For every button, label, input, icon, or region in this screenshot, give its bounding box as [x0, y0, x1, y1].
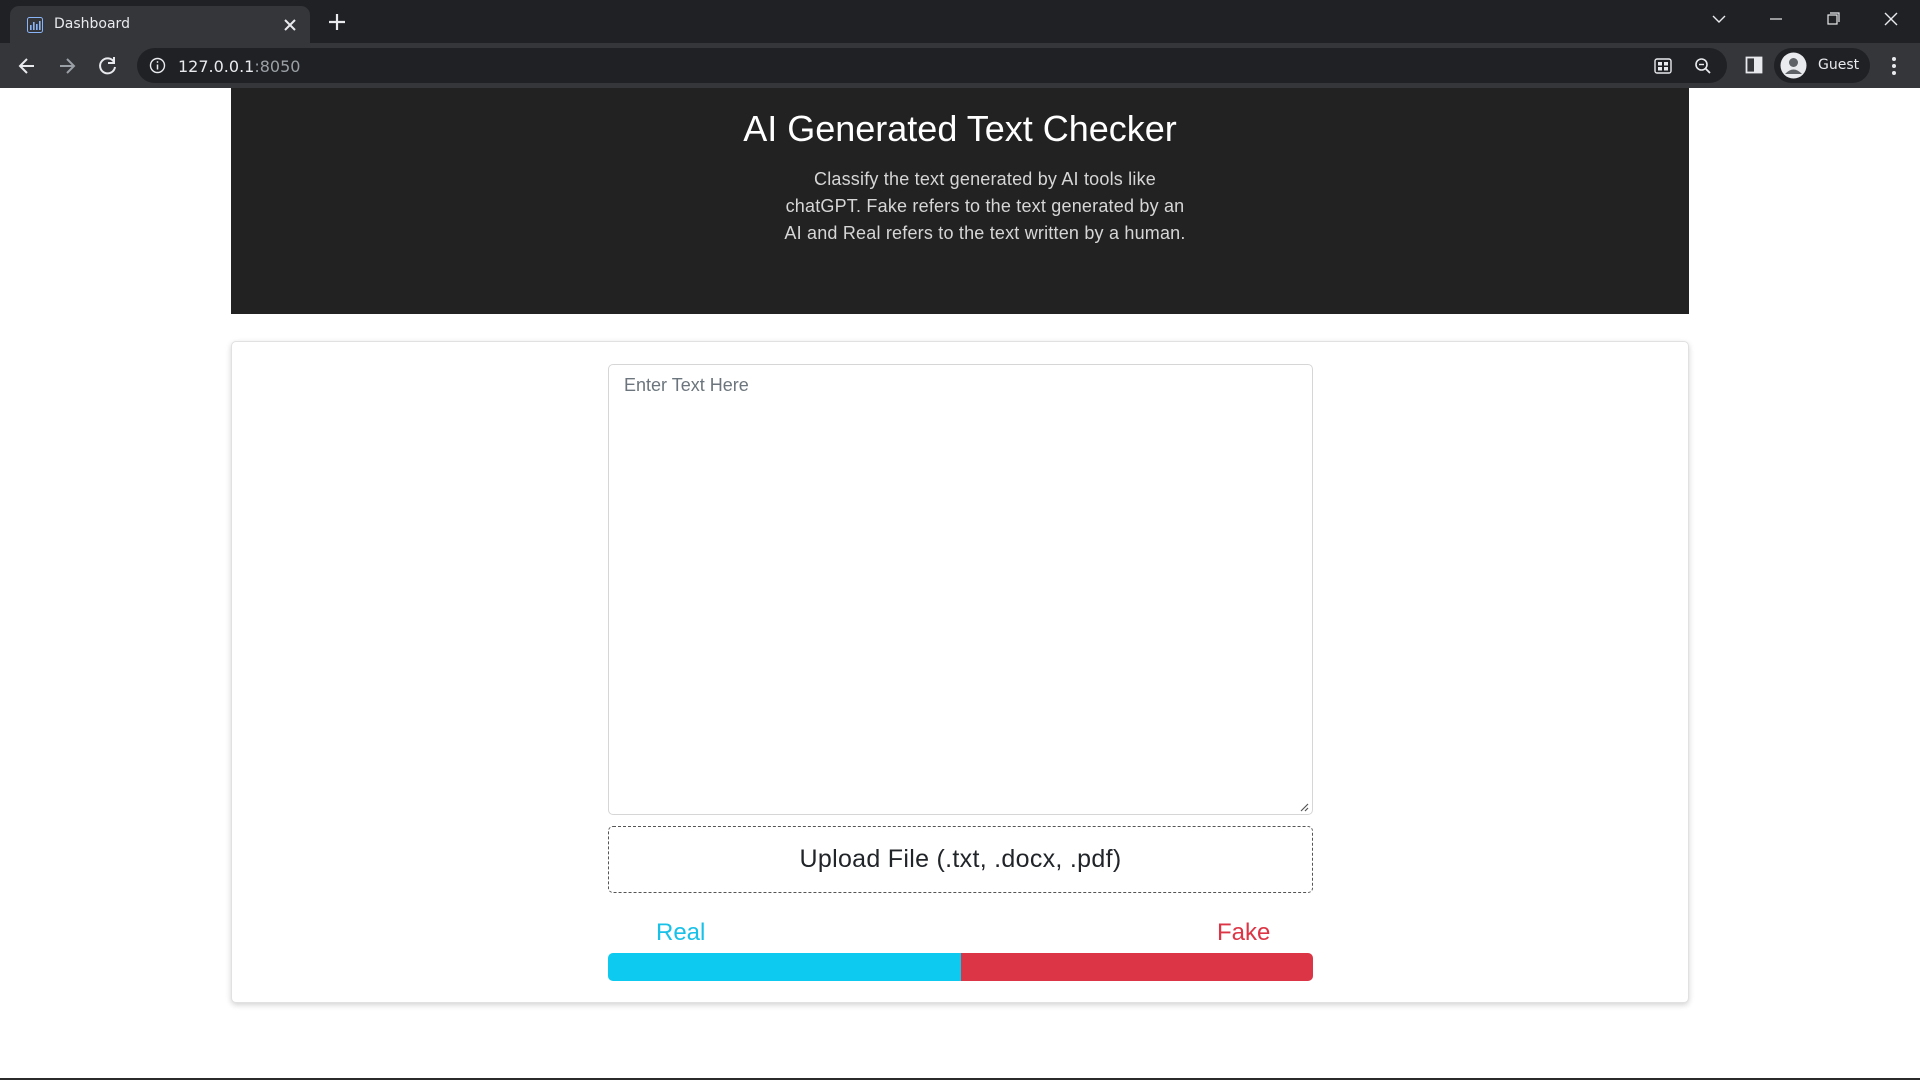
tab-title: Dashboard: [54, 16, 130, 32]
avatar-icon: [1780, 52, 1807, 79]
resize-handle-icon[interactable]: [1297, 799, 1309, 812]
info-icon[interactable]: [149, 57, 166, 74]
zoom-icon[interactable]: [1693, 56, 1713, 76]
minimize-icon[interactable]: [1761, 8, 1791, 30]
window-close-icon[interactable]: [1876, 8, 1906, 30]
browser-tab-strip: Dashboard: [0, 0, 1920, 43]
page-description: Classify the text generated by AI tools …: [784, 169, 1186, 243]
upload-file-button[interactable]: Upload File (.txt, .docx, .pdf): [608, 826, 1313, 893]
forward-arrow-icon[interactable]: [54, 53, 80, 79]
browser-tab-dashboard[interactable]: Dashboard: [10, 6, 310, 43]
profile-button[interactable]: Guest: [1774, 48, 1870, 83]
plus-icon[interactable]: [326, 11, 348, 33]
page-title: AI Generated Text Checker: [743, 108, 1177, 149]
page-header: AI Generated Text Checker Classify the t…: [231, 88, 1689, 314]
browser-toolbar: 127.0.0.1:8050 Guest: [0, 43, 1920, 88]
classification-progress-bar: [608, 953, 1313, 981]
close-icon[interactable]: [280, 15, 300, 35]
upload-file-label: Upload File (.txt, .docx, .pdf): [799, 845, 1122, 873]
real-label: Real: [656, 919, 706, 946]
bar-chart-favicon-icon: [27, 17, 43, 33]
side-panel-icon[interactable]: [1744, 55, 1764, 75]
restore-icon[interactable]: [1818, 8, 1848, 30]
chevron-down-icon[interactable]: [1704, 8, 1734, 30]
kebab-menu-icon[interactable]: [1882, 53, 1906, 79]
checker-card: Upload File (.txt, .docx, .pdf) Real Fak…: [231, 341, 1689, 1003]
address-bar[interactable]: 127.0.0.1:8050: [137, 48, 1727, 83]
back-arrow-icon[interactable]: [14, 53, 40, 79]
profile-name: Guest: [1818, 57, 1860, 73]
progress-real-segment: [608, 953, 961, 981]
page-viewport: AI Generated Text Checker Classify the t…: [0, 88, 1920, 1078]
text-input[interactable]: [608, 364, 1313, 815]
url-port: :8050: [254, 57, 301, 76]
url-text[interactable]: 127.0.0.1:8050: [178, 57, 300, 76]
reload-icon[interactable]: [95, 53, 121, 79]
install-app-icon[interactable]: [1653, 56, 1673, 76]
fake-label: Fake: [1217, 919, 1271, 946]
progress-fake-segment: [960, 953, 1313, 981]
url-host: 127.0.0.1: [178, 57, 255, 76]
